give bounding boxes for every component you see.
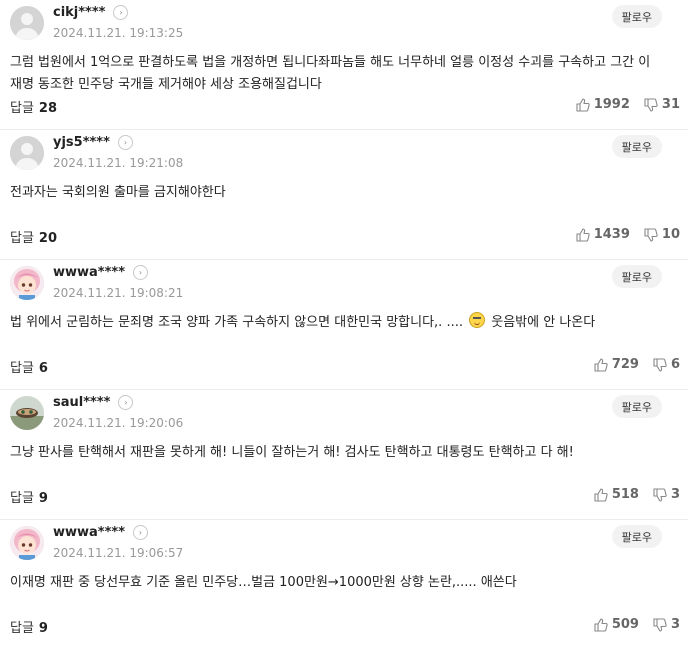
- cartoon-girl-avatar[interactable]: [10, 526, 44, 560]
- thumbs-down-icon: [653, 617, 667, 632]
- reply-count: 28: [38, 101, 58, 116]
- reply-button[interactable]: 답글 9: [10, 617, 48, 636]
- comment-text: 그럼 법원에서 1억으로 판결하도록 법을 개정하면 됩니다좌파놈들 해도 너무…: [10, 55, 651, 92]
- username[interactable]: yjs5**** ›: [53, 135, 133, 150]
- like-button[interactable]: 1439: [576, 227, 630, 242]
- reply-button[interactable]: 답글 28: [10, 97, 57, 116]
- like-button[interactable]: 518: [594, 487, 639, 502]
- default-avatar[interactable]: [10, 6, 44, 40]
- thumbs-up-icon: [594, 617, 608, 632]
- comment-list: cikj**** › 2024.11.21. 19:13:25 팔로우 그럼 법…: [0, 0, 688, 650]
- comment-date: 2024.11.21. 19:08:21: [53, 286, 184, 300]
- username[interactable]: cikj**** ›: [53, 5, 129, 20]
- comment-text: 이재명 재판 중 당선무효 기준 올린 민주당…벌금 100만원→1000만원 …: [10, 575, 517, 590]
- like-button[interactable]: 729: [594, 357, 639, 372]
- thumbs-up-icon: [576, 227, 590, 242]
- dislike-button[interactable]: 31: [644, 97, 680, 112]
- comment-item: cikj**** › 2024.11.21. 19:13:25 팔로우 그럼 법…: [0, 0, 688, 130]
- comment-text-part: 법 위에서 군림하는 문죄명 조국 양파 가족 구속하지 않으면 대한민국 망합…: [10, 315, 463, 330]
- reply-count: 9: [38, 491, 48, 506]
- reply-button[interactable]: 답글 20: [10, 227, 57, 246]
- reply-label: 답글: [10, 491, 34, 506]
- dislike-count: 10: [661, 227, 680, 242]
- thumbs-down-icon: [653, 487, 667, 502]
- comment-text-part: 웃음밖에 안 나온다: [491, 315, 596, 330]
- thumbs-up-icon: [594, 357, 608, 372]
- reaction-bar: 509 3: [580, 617, 680, 632]
- grimace-emoji-icon: [469, 312, 486, 328]
- chevron-right-icon[interactable]: ›: [117, 135, 133, 150]
- photo-avatar[interactable]: [10, 396, 44, 430]
- reaction-bar: 518 3: [580, 487, 680, 502]
- dislike-count: 31: [661, 97, 680, 112]
- dislike-button[interactable]: 6: [653, 357, 680, 372]
- thumbs-down-icon: [644, 97, 658, 112]
- comment-text: 그냥 판사를 탄핵해서 재판을 못하게 해! 니들이 잘하는거 해! 검사도 탄…: [10, 445, 574, 460]
- thumbs-down-icon: [653, 357, 667, 372]
- reaction-bar: 1992 31: [562, 97, 680, 112]
- like-count: 1439: [593, 227, 630, 242]
- like-count: 729: [611, 357, 639, 372]
- comment-text: 전과자는 국회의원 출마를 금지해야한다: [10, 185, 226, 200]
- username[interactable]: wwwa**** ›: [53, 525, 148, 540]
- follow-button[interactable]: 팔로우: [611, 5, 662, 28]
- username-text[interactable]: wwwa****: [53, 265, 125, 280]
- chevron-right-icon[interactable]: ›: [118, 395, 134, 410]
- reaction-bar: 1439 10: [562, 227, 680, 242]
- reply-count: 20: [38, 231, 58, 246]
- follow-button[interactable]: 팔로우: [611, 395, 662, 418]
- reply-count: 6: [38, 361, 48, 376]
- username-text[interactable]: yjs5****: [53, 135, 110, 150]
- username-text[interactable]: saul****: [53, 395, 110, 410]
- thumbs-up-icon: [594, 487, 608, 502]
- username[interactable]: wwwa**** ›: [53, 265, 148, 280]
- thumbs-down-icon: [644, 227, 658, 242]
- dislike-count: 3: [670, 487, 680, 502]
- comment-item: yjs5**** › 2024.11.21. 19:21:08 팔로우 전과자는…: [0, 130, 688, 260]
- reply-label: 답글: [10, 621, 34, 636]
- dislike-button[interactable]: 3: [653, 617, 680, 632]
- username-text[interactable]: wwwa****: [53, 525, 125, 540]
- like-count: 1992: [593, 97, 630, 112]
- chevron-right-icon[interactable]: ›: [113, 5, 129, 20]
- like-button[interactable]: 509: [594, 617, 639, 632]
- cartoon-girl-avatar[interactable]: [10, 266, 44, 300]
- follow-button[interactable]: 팔로우: [611, 265, 662, 288]
- reply-label: 답글: [10, 361, 34, 376]
- dislike-count: 6: [670, 357, 680, 372]
- comment-date: 2024.11.21. 19:21:08: [53, 156, 184, 170]
- reply-button[interactable]: 답글 6: [10, 357, 48, 376]
- reply-label: 답글: [10, 101, 34, 116]
- username-text[interactable]: cikj****: [53, 5, 105, 20]
- reply-label: 답글: [10, 231, 34, 246]
- chevron-right-icon[interactable]: ›: [133, 525, 148, 540]
- chevron-right-icon[interactable]: ›: [133, 265, 148, 280]
- dislike-button[interactable]: 3: [653, 487, 680, 502]
- dislike-count: 3: [670, 617, 680, 632]
- like-count: 509: [611, 617, 639, 632]
- comment-item: wwwa**** › 2024.11.21. 19:08:21 팔로우 법 위에…: [0, 260, 688, 390]
- username[interactable]: saul**** ›: [53, 395, 134, 410]
- reaction-bar: 729 6: [580, 357, 680, 372]
- default-avatar[interactable]: [10, 136, 44, 170]
- reply-button[interactable]: 답글 9: [10, 487, 48, 506]
- comment-date: 2024.11.21. 19:06:57: [53, 546, 184, 560]
- like-count: 518: [611, 487, 639, 502]
- dislike-button[interactable]: 10: [644, 227, 680, 242]
- follow-button[interactable]: 팔로우: [611, 135, 662, 158]
- comment-item: wwwa**** › 2024.11.21. 19:06:57 팔로우 이재명 …: [0, 520, 688, 650]
- comment-date: 2024.11.21. 19:13:25: [53, 26, 184, 40]
- comment-date: 2024.11.21. 19:20:06: [53, 416, 184, 430]
- comment-item: saul**** › 2024.11.21. 19:20:06 팔로우 그냥 판…: [0, 390, 688, 520]
- follow-button[interactable]: 팔로우: [611, 525, 662, 548]
- like-button[interactable]: 1992: [576, 97, 630, 112]
- thumbs-up-icon: [576, 97, 590, 112]
- comment-text: 법 위에서 군림하는 문죄명 조국 양파 가족 구속하지 않으면 대한민국 망합…: [10, 312, 658, 334]
- reply-count: 9: [38, 621, 48, 636]
